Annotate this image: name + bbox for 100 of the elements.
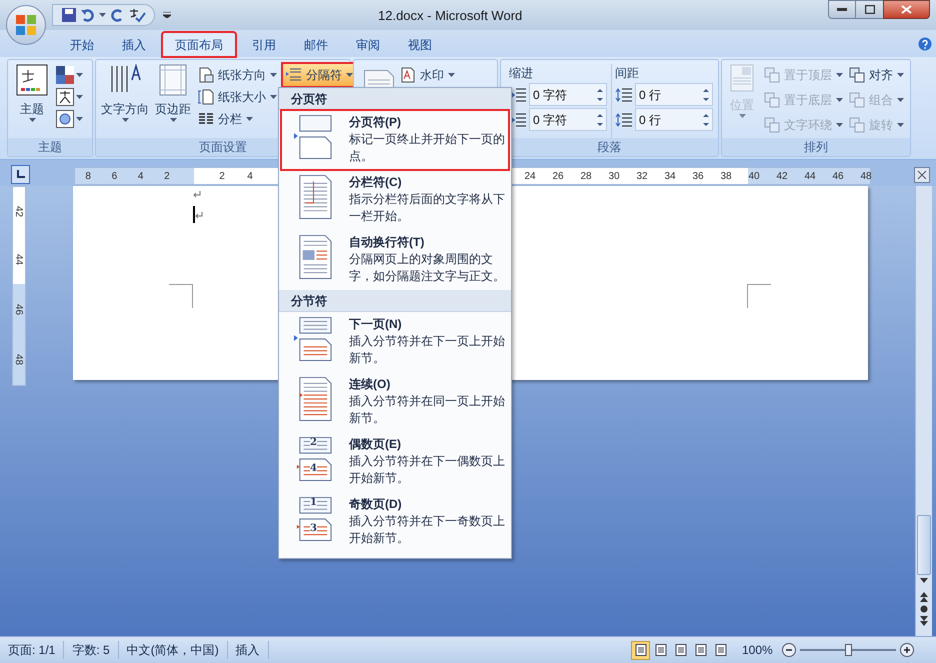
spin-arrows-icon bbox=[703, 88, 709, 102]
themes-button[interactable]: 主题 bbox=[12, 64, 52, 138]
caret-icon bbox=[76, 73, 83, 77]
indent-icon bbox=[509, 112, 527, 126]
layer-icon bbox=[849, 92, 865, 108]
color-squares-icon bbox=[56, 66, 74, 84]
menu-item-title: 分栏符(C) bbox=[349, 174, 403, 191]
minimize-button[interactable] bbox=[828, 0, 856, 19]
menu-item[interactable]: 分栏符(C) 指示分栏符后面的文字将从下一栏开始。 bbox=[281, 170, 509, 230]
theme-icon bbox=[16, 64, 48, 96]
ribbon-button[interactable]: 纸张方向 bbox=[196, 64, 279, 85]
close-icon bbox=[901, 5, 912, 14]
menu-item-title: 分页符(P) bbox=[349, 114, 402, 131]
status-item: 字数: 5 bbox=[64, 641, 119, 659]
menu-item[interactable]: 1 3 奇数页(D) 插入分节符并在下一奇数页上开始新节。 bbox=[281, 492, 509, 552]
ruler-number: 46 bbox=[12, 304, 26, 315]
text-cursor bbox=[193, 206, 195, 223]
menu-item[interactable]: 连续(O) 插入分节符并在同一页上开始新节。 bbox=[281, 372, 509, 432]
left-tab-icon bbox=[16, 170, 25, 179]
ruler-number: 42 bbox=[12, 206, 26, 217]
spelling-icon bbox=[128, 7, 146, 23]
zoom-thumb[interactable] bbox=[845, 644, 852, 656]
zoom-slider[interactable] bbox=[800, 644, 896, 656]
close-button[interactable] bbox=[883, 0, 930, 19]
tab-selector[interactable] bbox=[11, 165, 30, 184]
caret-icon bbox=[836, 98, 843, 102]
scroll-bar[interactable] bbox=[915, 186, 932, 636]
ruler-number: 2 bbox=[218, 170, 226, 184]
ruler-number: 30 bbox=[607, 170, 621, 184]
ribbon-button[interactable]: 对齐 bbox=[847, 64, 906, 85]
ribbon-button[interactable]: 水印 bbox=[398, 64, 457, 85]
ribbon-large-button[interactable]: 文字方向 bbox=[100, 64, 150, 138]
ribbon-tab[interactable]: 插入 bbox=[110, 32, 158, 57]
ruler-number: 34 bbox=[663, 170, 677, 184]
spin-arrows-icon bbox=[597, 88, 603, 102]
ribbon-tab[interactable]: 引用 bbox=[240, 32, 288, 57]
maximize-button[interactable] bbox=[856, 0, 883, 19]
view-icon bbox=[714, 644, 726, 656]
icon-number: 2 bbox=[310, 438, 317, 448]
menu-item[interactable]: 分页符(P) 标记一页终止并开始下一页的点。 bbox=[281, 110, 509, 170]
page-size-icon bbox=[198, 88, 214, 104]
menu-item-description: 插入分节符并在下一页上开始新节。 bbox=[349, 333, 505, 367]
ruler-number: 48 bbox=[859, 170, 873, 184]
icon-number: 3 bbox=[310, 524, 317, 534]
corner-mark-icon bbox=[169, 284, 193, 308]
layer-icon bbox=[764, 66, 780, 82]
ribbon-tab[interactable]: 视图 bbox=[396, 32, 444, 57]
restore-icon bbox=[864, 5, 874, 14]
icon-number: 1 bbox=[310, 498, 317, 508]
colors-button[interactable] bbox=[56, 66, 83, 84]
ribbon-tab[interactable]: 邮件 bbox=[292, 32, 340, 57]
layer-icon bbox=[764, 92, 780, 108]
ruler-number: 26 bbox=[551, 170, 565, 184]
ribbon-tab[interactable]: 页面布局 bbox=[162, 32, 236, 57]
caret-icon bbox=[246, 116, 253, 120]
menu-item-description: 插入分节符并在下一奇数页上开始新节。 bbox=[349, 513, 505, 547]
ribbon-tab[interactable]: 开始 bbox=[58, 32, 106, 57]
customize-icon bbox=[163, 12, 171, 18]
ribbon-button[interactable]: 分栏 bbox=[196, 108, 279, 129]
window-title: 12.docx - Microsoft Word bbox=[378, 7, 522, 25]
spin-field[interactable]: 0 字符 bbox=[529, 83, 607, 106]
caret-icon bbox=[836, 122, 843, 126]
columns-icon bbox=[198, 110, 214, 126]
menu-item[interactable]: 自动换行符(T) 分隔网页上的对象周围的文字，如分隔题注文字与正文。 bbox=[281, 230, 509, 290]
group-label: 段落 bbox=[598, 139, 622, 156]
spin-field[interactable]: 0 行 bbox=[635, 83, 713, 106]
caret-icon bbox=[346, 73, 353, 77]
view-icon bbox=[694, 644, 706, 656]
view-button[interactable] bbox=[631, 640, 650, 660]
view-icon bbox=[634, 644, 646, 656]
caret-icon bbox=[897, 122, 904, 126]
layer-icon bbox=[764, 116, 780, 132]
effects-button[interactable] bbox=[56, 110, 83, 128]
ribbon-tab[interactable]: 审阅 bbox=[344, 32, 392, 57]
breaks-button[interactable]: 分隔符 bbox=[283, 64, 356, 86]
line-spacing-icon bbox=[615, 88, 633, 102]
ruler-number: 36 bbox=[691, 170, 705, 184]
ribbon-large-button[interactable]: 页边距 bbox=[154, 64, 192, 138]
fonts-button[interactable] bbox=[56, 88, 83, 106]
spin-field[interactable]: 0 行 bbox=[635, 108, 713, 131]
paragraph-mark-icon bbox=[193, 191, 201, 198]
menu-item[interactable]: 下一页(N) 插入分节符并在下一页上开始新节。 bbox=[281, 312, 509, 372]
scroll-thumb[interactable] bbox=[917, 515, 931, 575]
view-icon bbox=[674, 644, 686, 656]
caret-icon bbox=[28, 118, 36, 122]
line-spacing-icon bbox=[615, 112, 633, 126]
breaks-icon bbox=[286, 68, 302, 82]
spin-field[interactable]: 0 字符 bbox=[529, 108, 607, 131]
menu-item-title: 偶数页(E) bbox=[349, 436, 402, 453]
menu-item[interactable]: 2 4 偶数页(E) 插入分节符并在下一偶数页上开始新节。 bbox=[281, 432, 509, 492]
spin-arrows-icon bbox=[597, 112, 603, 126]
page-orientation-icon bbox=[198, 66, 214, 82]
group-label: 页面设置 bbox=[199, 139, 247, 156]
menu-item-description: 分隔网页上的对象周围的文字，如分隔题注文字与正文。 bbox=[349, 251, 505, 285]
zoom-level: 100% bbox=[742, 642, 774, 659]
ruler-number: 8 bbox=[84, 170, 92, 184]
ribbon-button[interactable]: 纸张大小 bbox=[196, 86, 279, 107]
ruler-number: 44 bbox=[803, 170, 817, 184]
indent-icon bbox=[509, 88, 527, 102]
caret-icon bbox=[897, 98, 904, 102]
